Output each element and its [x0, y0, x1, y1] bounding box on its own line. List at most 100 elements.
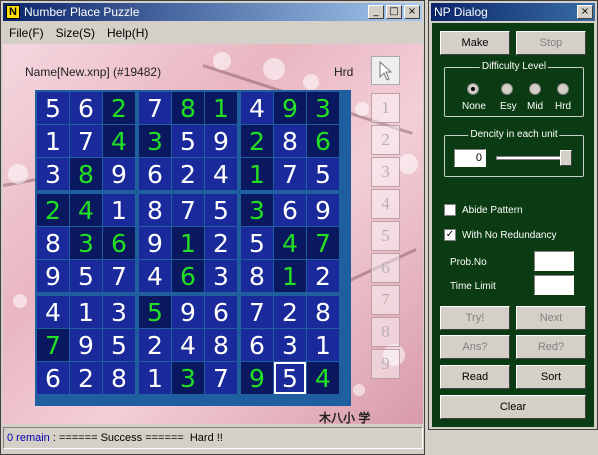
grid-cell[interactable]: 8 [307, 296, 339, 328]
grid-cell[interactable]: 4 [37, 296, 69, 328]
grid-cell[interactable]: 8 [37, 227, 69, 259]
sort-button[interactable]: Sort [516, 365, 586, 389]
number-button-9[interactable]: 9 [371, 349, 400, 379]
grid-cell[interactable]: 9 [205, 125, 237, 157]
grid-cell[interactable]: 4 [241, 92, 273, 124]
maximize-button[interactable]: □ [386, 5, 402, 19]
number-button-2[interactable]: 2 [371, 125, 400, 155]
grid-cell[interactable]: 3 [205, 260, 237, 292]
ans-button[interactable]: Ans? [440, 335, 510, 359]
number-button-1[interactable]: 1 [371, 93, 400, 123]
grid-cell[interactable]: 1 [139, 362, 171, 394]
menu-size[interactable]: Size(S) [50, 26, 101, 40]
grid-cell[interactable]: 6 [274, 194, 306, 226]
grid-cell[interactable]: 8 [70, 158, 102, 190]
grid-cell[interactable]: 8 [139, 194, 171, 226]
grid-cell[interactable]: 3 [70, 227, 102, 259]
grid-cell[interactable]: 1 [172, 227, 204, 259]
grid-cell[interactable]: 4 [274, 227, 306, 259]
grid-cell[interactable]: 2 [274, 296, 306, 328]
grid-cell[interactable]: 3 [241, 194, 273, 226]
prob-no-input[interactable] [534, 251, 574, 271]
density-value-field[interactable]: 0 [454, 149, 486, 167]
grid-cell[interactable]: 8 [205, 329, 237, 361]
minimize-button[interactable]: _ [368, 5, 384, 19]
dialog-close-button[interactable]: × [577, 5, 593, 19]
grid-cell[interactable]: 5 [274, 362, 306, 394]
level-easy-radio[interactable] [501, 83, 513, 95]
level-none-radio[interactable] [467, 83, 479, 95]
grid-cell[interactable]: 7 [139, 92, 171, 124]
grid-cell[interactable]: 7 [70, 125, 102, 157]
number-button-6[interactable]: 6 [371, 253, 400, 283]
abide-pattern-checkbox[interactable] [444, 204, 456, 216]
grid-cell[interactable]: 5 [205, 194, 237, 226]
grid-cell[interactable]: 1 [205, 92, 237, 124]
grid-cell[interactable]: 7 [172, 194, 204, 226]
number-button-7[interactable]: 7 [371, 285, 400, 315]
grid-cell[interactable]: 1 [37, 125, 69, 157]
number-button-8[interactable]: 8 [371, 317, 400, 347]
pointer-tool-button[interactable] [371, 56, 400, 85]
grid-cell[interactable]: 2 [241, 125, 273, 157]
grid-cell[interactable]: 9 [70, 329, 102, 361]
grid-cell[interactable]: 2 [70, 362, 102, 394]
grid-cell[interactable]: 6 [37, 362, 69, 394]
grid-cell[interactable]: 5 [70, 260, 102, 292]
grid-cell[interactable]: 6 [205, 296, 237, 328]
stop-button[interactable]: Stop [516, 31, 586, 55]
grid-cell[interactable]: 5 [139, 296, 171, 328]
grid-cell[interactable]: 7 [307, 227, 339, 259]
menu-file[interactable]: File(F) [3, 26, 50, 40]
grid-cell[interactable]: 7 [274, 158, 306, 190]
grid-cell[interactable]: 9 [241, 362, 273, 394]
grid-cell[interactable]: 1 [103, 194, 135, 226]
grid-cell[interactable]: 7 [103, 260, 135, 292]
number-button-5[interactable]: 5 [371, 221, 400, 251]
time-limit-input[interactable] [534, 275, 574, 295]
grid-cell[interactable]: 2 [139, 329, 171, 361]
level-hard-radio[interactable] [557, 83, 569, 95]
level-mid-radio[interactable] [529, 83, 541, 95]
main-titlebar[interactable]: N Number Place Puzzle _ □ × [3, 3, 422, 21]
grid-cell[interactable]: 4 [307, 362, 339, 394]
grid-cell[interactable]: 4 [205, 158, 237, 190]
grid-cell[interactable]: 1 [70, 296, 102, 328]
grid-cell[interactable]: 6 [70, 92, 102, 124]
grid-cell[interactable]: 7 [37, 329, 69, 361]
grid-cell[interactable]: 2 [172, 158, 204, 190]
grid-cell[interactable]: 5 [37, 92, 69, 124]
grid-cell[interactable]: 5 [307, 158, 339, 190]
clear-button[interactable]: Clear [440, 395, 586, 419]
menu-help[interactable]: Help(H) [101, 26, 154, 40]
grid-cell[interactable]: 9 [37, 260, 69, 292]
grid-cell[interactable]: 3 [172, 362, 204, 394]
try-button[interactable]: Try! [440, 306, 510, 330]
grid-cell[interactable]: 8 [103, 362, 135, 394]
grid-cell[interactable]: 4 [103, 125, 135, 157]
grid-cell[interactable]: 1 [307, 329, 339, 361]
next-button[interactable]: Next [516, 306, 586, 330]
density-slider-thumb[interactable] [560, 150, 572, 166]
close-button[interactable]: × [404, 5, 420, 19]
grid-cell[interactable]: 8 [172, 92, 204, 124]
grid-cell[interactable]: 7 [205, 362, 237, 394]
number-button-4[interactable]: 4 [371, 189, 400, 219]
number-button-3[interactable]: 3 [371, 157, 400, 187]
grid-cell[interactable]: 1 [241, 158, 273, 190]
grid-cell[interactable]: 2 [307, 260, 339, 292]
grid-cell[interactable]: 8 [241, 260, 273, 292]
grid-cell[interactable]: 4 [139, 260, 171, 292]
grid-cell[interactable]: 2 [37, 194, 69, 226]
grid-cell[interactable]: 4 [172, 329, 204, 361]
grid-cell[interactable]: 3 [37, 158, 69, 190]
grid-cell[interactable]: 3 [307, 92, 339, 124]
grid-cell[interactable]: 3 [103, 296, 135, 328]
read-button[interactable]: Read [440, 365, 510, 389]
grid-cell[interactable]: 6 [307, 125, 339, 157]
grid-cell[interactable]: 6 [172, 260, 204, 292]
grid-cell[interactable]: 5 [103, 329, 135, 361]
grid-cell[interactable]: 8 [274, 125, 306, 157]
grid-cell[interactable]: 6 [241, 329, 273, 361]
make-button[interactable]: Make [440, 31, 510, 55]
